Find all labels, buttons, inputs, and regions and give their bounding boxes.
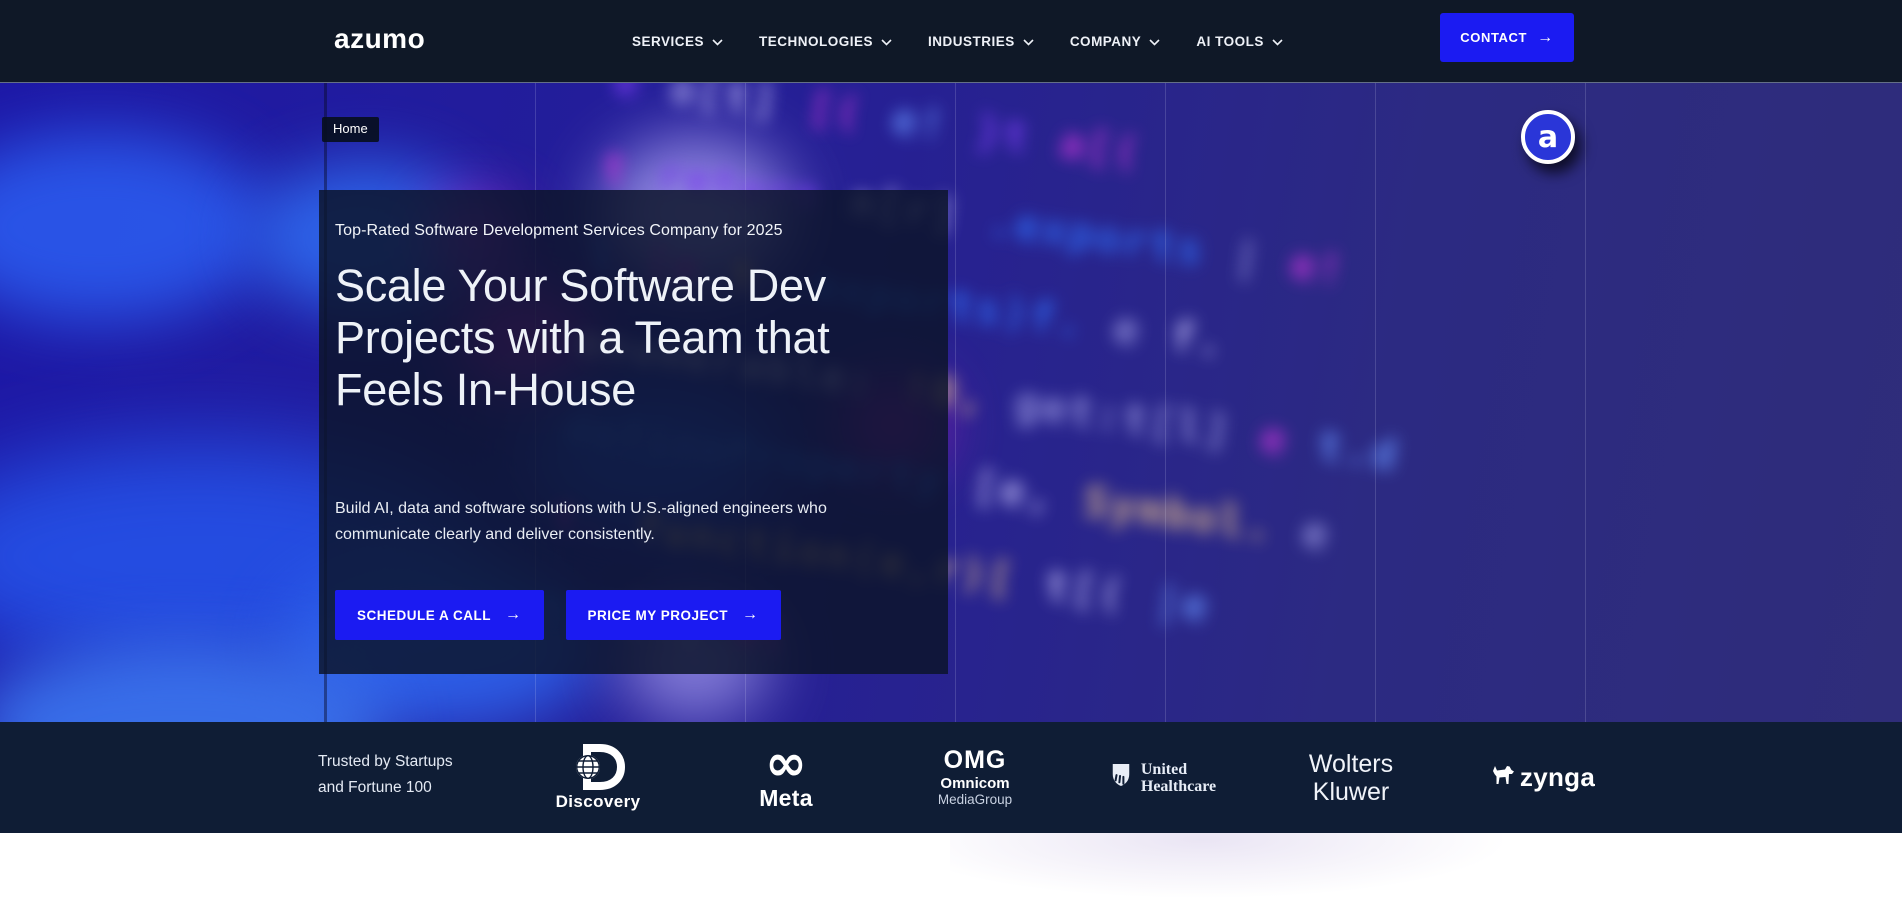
breadcrumb-home[interactable]: Home (322, 117, 379, 142)
cta-label: SCHEDULE A CALL (357, 608, 491, 623)
omg-wordmark: OMG (944, 748, 1007, 772)
nav-item-technologies[interactable]: TECHNOLOGIES (759, 34, 892, 49)
kluwer-text: Kluwer (1313, 778, 1389, 806)
mediagroup-text: MediaGroup (938, 792, 1012, 807)
meta-infinity-icon: ∞ (765, 743, 807, 783)
heading-line: Scale Your Software Dev (335, 260, 908, 312)
discovery-d-globe-icon (571, 744, 625, 790)
meta-wordmark: Meta (759, 785, 813, 812)
hero-eyebrow: Top-Rated Software Development Services … (335, 222, 908, 240)
cta-row: SCHEDULE A CALL → PRICE MY PROJECT → (335, 590, 908, 640)
wolters-text: Wolters (1309, 750, 1393, 778)
chevron-down-icon (881, 34, 892, 49)
azumo-logo[interactable]: azumo (334, 23, 425, 55)
trusted-line: and Fortune 100 (318, 775, 453, 801)
zynga-logo: zynga (1478, 722, 1608, 833)
main-nav: SERVICES TECHNOLOGIES INDUSTRIES COMPANY… (632, 0, 1283, 82)
heading-line: Projects with a Team that (335, 312, 908, 364)
zynga-dog-icon (1491, 764, 1515, 791)
azumo-badge-icon: a (1521, 110, 1575, 164)
bg-blob (0, 132, 270, 322)
discovery-wordmark: Discovery (556, 792, 641, 812)
arrow-right-icon: → (742, 607, 759, 623)
nav-item-ai-tools[interactable]: AI TOOLS (1196, 34, 1283, 49)
nav-item-company[interactable]: COMPANY (1070, 34, 1161, 49)
page: azumo SERVICES TECHNOLOGIES INDUSTRIES C… (0, 0, 1902, 899)
footer-whitespace (0, 833, 1902, 899)
hero-content-panel: Top-Rated Software Development Services … (319, 190, 948, 674)
chevron-down-icon (712, 34, 723, 49)
arrow-right-icon: → (1537, 30, 1554, 46)
hero-heading: Scale Your Software Dev Projects with a … (335, 260, 908, 416)
chevron-down-icon (1149, 34, 1160, 49)
united-text: United (1141, 761, 1216, 778)
chevron-down-icon (1272, 34, 1283, 49)
omnicom-media-group-logo: OMG Omnicom MediaGroup (915, 722, 1035, 833)
grid-line (955, 82, 956, 722)
meta-logo: ∞ Meta (726, 722, 846, 833)
grid-line (1375, 82, 1376, 722)
trusted-text: Trusted by Startups and Fortune 100 (318, 749, 453, 801)
footer-gradient-decoration (950, 833, 1510, 899)
nav-item-label: SERVICES (632, 34, 704, 49)
arrow-right-icon: → (505, 607, 522, 623)
trusted-logos-bar: Trusted by Startups and Fortune 100 (0, 722, 1902, 833)
healthcare-text: Healthcare (1141, 778, 1216, 795)
hero-section: eo[t][(e!}ta[(treturnn[r].exports|e!l[et… (0, 82, 1902, 722)
grid-line (1585, 82, 1586, 722)
shield-icon (1110, 762, 1132, 793)
nav-item-label: TECHNOLOGIES (759, 34, 873, 49)
heading-line: Feels In-House (335, 364, 908, 416)
wolters-kluwer-logo: Wolters Kluwer (1291, 722, 1411, 833)
nav-item-label: COMPANY (1070, 34, 1142, 49)
hero-description: Build AI, data and software solutions wi… (335, 496, 850, 547)
zynga-wordmark: zynga (1520, 762, 1595, 793)
nav-item-industries[interactable]: INDUSTRIES (928, 34, 1034, 49)
cta-label: PRICE MY PROJECT (588, 608, 729, 623)
united-healthcare-logo: United Healthcare (1083, 722, 1243, 833)
price-project-button[interactable]: PRICE MY PROJECT → (566, 590, 781, 640)
schedule-call-button[interactable]: SCHEDULE A CALL → (335, 590, 544, 640)
contact-label: CONTACT (1460, 30, 1527, 45)
grid-line (1165, 82, 1166, 722)
trusted-line: Trusted by Startups (318, 749, 453, 775)
navbar: azumo SERVICES TECHNOLOGIES INDUSTRIES C… (0, 0, 1902, 83)
nav-item-label: INDUSTRIES (928, 34, 1015, 49)
nav-item-services[interactable]: SERVICES (632, 34, 723, 49)
contact-button[interactable]: CONTACT → (1440, 13, 1574, 62)
discovery-logo: Discovery (538, 722, 658, 833)
omnicom-text: Omnicom (940, 775, 1009, 792)
chevron-down-icon (1023, 34, 1034, 49)
nav-item-label: AI TOOLS (1196, 34, 1264, 49)
